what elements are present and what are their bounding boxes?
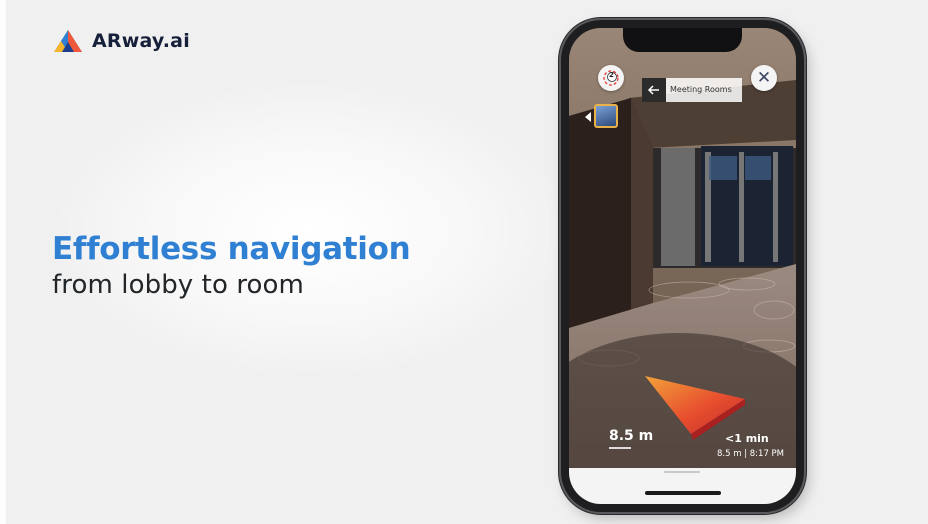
headline: Effortless navigation [52,231,411,267]
ar-camera-view [569,28,796,468]
slide: ARway.ai Effortless navigation from lobb… [0,0,928,524]
close-button[interactable]: ✕ [751,65,777,91]
phone-notch [623,28,742,52]
steps-button[interactable]: 2 [598,65,624,91]
caret-left-icon [585,112,591,122]
distance-remaining: 8.5 m [609,428,654,444]
brand-name: ARway.ai [92,30,190,52]
steps-badge: 2 [609,71,614,79]
eta-detail: 8.5 m | 8:17 PM [717,449,785,459]
distance-underline [609,447,631,449]
phone-screen: Meeting Rooms 2 ✕ 8.5 m <1 min 8.5 m | 8… [569,28,796,504]
sheet-grabber[interactable] [664,471,700,473]
sign-label: Meeting Rooms [670,85,732,94]
subheadline: from lobby to room [52,270,304,300]
home-indicator [645,491,721,495]
destination-thumbnail[interactable] [594,104,618,128]
close-icon: ✕ [756,67,772,88]
brand-logo: ARway.ai [52,28,190,54]
arway-logo-icon [54,30,82,52]
bottom-sheet[interactable] [569,468,796,504]
phone-mockup: Meeting Rooms 2 ✕ 8.5 m <1 min 8.5 m | 8… [561,20,804,512]
slide-edge [0,0,6,524]
eta-time: <1 min [725,432,769,445]
